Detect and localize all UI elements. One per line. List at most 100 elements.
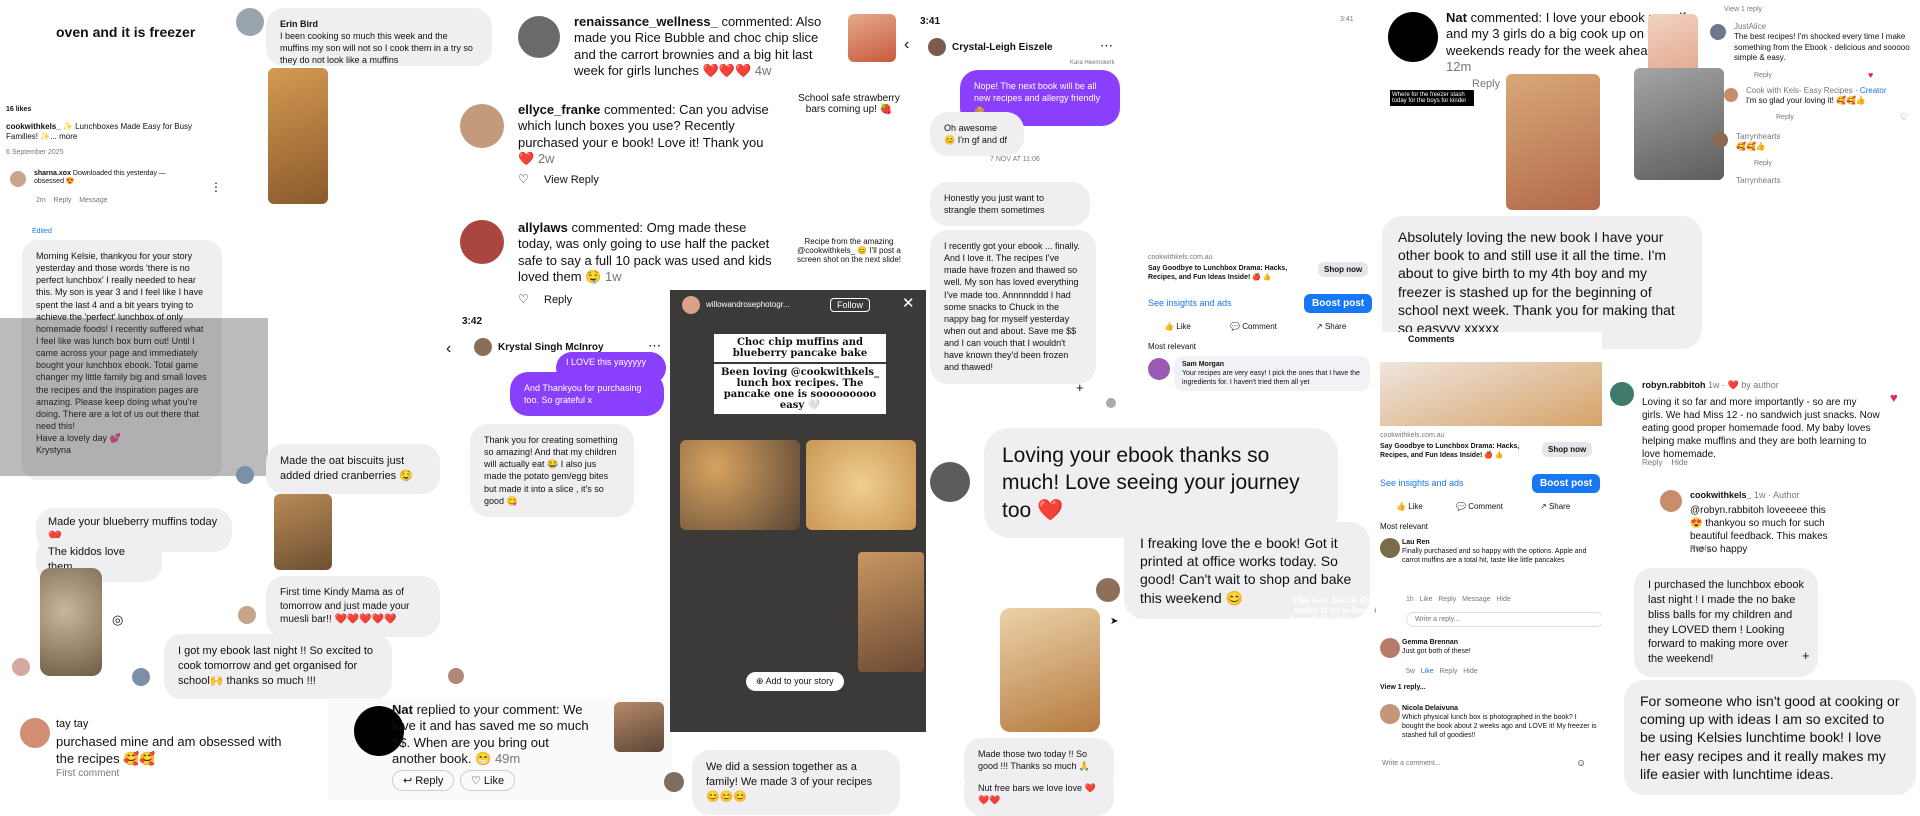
justalice-reply[interactable]: Reply xyxy=(1754,72,1772,79)
col4-avatar[interactable] xyxy=(664,772,684,792)
krystal-avatar[interactable] xyxy=(474,338,492,356)
plus-icon[interactable]: + xyxy=(1076,380,1084,395)
c3-reply[interactable]: Reply xyxy=(544,294,572,306)
add-story-button[interactable]: ⊕ Add to your story xyxy=(746,672,844,691)
send-icon[interactable]: ➤ xyxy=(1110,616,1118,627)
c1-avatar[interactable] xyxy=(518,16,560,58)
crystal-avatar[interactable] xyxy=(928,38,946,56)
c2-view-reply[interactable]: View Reply xyxy=(544,174,599,186)
sharna-avatar[interactable] xyxy=(10,171,26,187)
nat-like-button[interactable]: ♡ Like xyxy=(460,770,516,791)
story-follow[interactable]: Follow xyxy=(830,298,871,312)
heart-filled-icon[interactable]: ♥ xyxy=(1890,390,1898,405)
camera-icon[interactable]: ◎ xyxy=(112,612,123,628)
story-user[interactable]: willowandrosephotogr... xyxy=(706,300,790,309)
share-label: Share xyxy=(1324,322,1347,331)
sharna-message[interactable]: Message xyxy=(79,197,107,204)
emoji-icon[interactable]: ☺ xyxy=(1576,758,1586,769)
back-icon[interactable]: ‹ xyxy=(446,340,451,358)
gemma-like[interactable]: Like xyxy=(1421,668,1434,675)
shop-now-button[interactable]: Shop now xyxy=(1318,262,1369,277)
cwk-avatar[interactable] xyxy=(1724,88,1738,102)
add-story-label: Add to your story xyxy=(765,676,834,686)
view-reply-top[interactable]: View 1 reply xyxy=(1724,6,1762,13)
share-button-2[interactable]: ↗ Share xyxy=(1540,502,1570,511)
gemma-hide[interactable]: Hide xyxy=(1463,668,1477,675)
heart-icon[interactable]: ♥ xyxy=(1868,70,1873,80)
boost-post-button[interactable]: Boost post xyxy=(1304,294,1373,313)
sam-avatar[interactable] xyxy=(1148,358,1170,380)
lau-avatar[interactable] xyxy=(1380,538,1400,558)
heart-outline-icon[interactable]: ♡ xyxy=(518,172,529,186)
lau-hide[interactable]: Hide xyxy=(1496,596,1510,603)
robyn-avatar[interactable] xyxy=(1610,382,1634,406)
c1-user[interactable]: renaissance_wellness_ xyxy=(574,14,718,29)
most-relevant-2[interactable]: Most relevant xyxy=(1380,522,1428,531)
boost-post-button-2[interactable]: Boost post xyxy=(1532,474,1601,493)
share-button[interactable]: ↗ Share xyxy=(1316,322,1346,331)
nat-user[interactable]: Nat xyxy=(392,702,413,717)
nat-reply-button[interactable]: ↩ Reply xyxy=(392,770,455,791)
nat-reply-2[interactable]: Reply xyxy=(1472,78,1500,90)
more-dots-icon-3[interactable]: ⋯ xyxy=(1100,38,1113,54)
lau-message[interactable]: Message xyxy=(1462,596,1490,603)
write-comment-input[interactable]: Write a comment... xyxy=(1382,760,1552,767)
cwk-reply[interactable]: Reply xyxy=(1776,114,1794,121)
robyn-hide[interactable]: Hide xyxy=(1671,458,1687,467)
like-button[interactable]: 👍 Like xyxy=(1164,322,1191,331)
gemma-comment: Gemma Brennan Just got both of these! xyxy=(1402,638,1592,656)
lau-like[interactable]: Like xyxy=(1420,596,1433,603)
heart-outline-icon-3[interactable]: ♡ xyxy=(1900,112,1908,123)
shop-now-button-2[interactable]: Shop now xyxy=(1542,442,1593,457)
cwk2-reply[interactable]: Reply xyxy=(1690,544,1710,553)
gemma-reply[interactable]: Reply xyxy=(1439,668,1457,675)
col5-avatar[interactable] xyxy=(1106,398,1116,408)
col2-avatar-3[interactable] xyxy=(132,668,150,686)
sharna-user[interactable]: sharna.xox xyxy=(34,170,71,177)
close-icon[interactable]: ✕ xyxy=(902,294,915,312)
c2-user[interactable]: ellyce_franke xyxy=(518,102,600,117)
robyn-reply[interactable]: Reply xyxy=(1642,458,1662,467)
cwk2-name[interactable]: cookwithkels_ xyxy=(1690,490,1752,500)
c3-avatar[interactable] xyxy=(460,220,504,264)
like-button-2[interactable]: 👍 Like xyxy=(1396,502,1423,511)
freaking-avatar[interactable] xyxy=(1096,578,1120,602)
sharna-reply[interactable]: Reply xyxy=(54,197,72,204)
col1-avatar[interactable] xyxy=(12,658,30,676)
gemma-view-reply[interactable]: View 1 reply... xyxy=(1380,684,1426,691)
col2-avatar-2[interactable] xyxy=(238,606,256,624)
gemma-avatar[interactable] xyxy=(1380,638,1400,658)
loving-avatar[interactable] xyxy=(930,462,970,502)
col2-avatar[interactable] xyxy=(236,466,254,484)
c2-avatar[interactable] xyxy=(460,104,504,148)
cwk2-avatar[interactable] xyxy=(1660,490,1682,512)
heart-outline-icon-2[interactable]: ♡ xyxy=(518,292,529,306)
tarryn-avatar[interactable] xyxy=(1712,132,1728,148)
comment-button[interactable]: 💬 Comment xyxy=(1230,322,1277,331)
plus-icon-2[interactable]: + xyxy=(1802,648,1810,663)
nat-avatar-2[interactable] xyxy=(1388,12,1438,62)
caption-user[interactable]: cookwithkels_ xyxy=(6,122,61,131)
insights-link-2[interactable]: See insights and ads xyxy=(1380,478,1464,488)
erin-avatar[interactable] xyxy=(236,8,264,36)
freezer-stash-photo: Where for the freezer stash today for th… xyxy=(1388,86,1474,230)
story-avatar[interactable] xyxy=(682,296,700,314)
tarryn-reply[interactable]: Reply xyxy=(1754,160,1772,167)
lau-reply[interactable]: Reply xyxy=(1438,596,1456,603)
justalice-avatar[interactable] xyxy=(1710,24,1726,40)
robyn-name[interactable]: robyn.rabbitoh xyxy=(1642,380,1706,390)
taytay-name: tay tay xyxy=(56,718,89,730)
freezer-photo: oven and it is freezer xyxy=(0,0,236,90)
c1-time: 4w xyxy=(754,62,772,78)
col3-avatar[interactable] xyxy=(448,668,464,684)
taytay-avatar[interactable] xyxy=(20,718,50,748)
insights-link[interactable]: See insights and ads xyxy=(1148,298,1232,308)
more-dots-icon[interactable]: ⋮ xyxy=(210,180,222,194)
c3-user[interactable]: allylaws xyxy=(518,220,568,235)
nicola-avatar[interactable] xyxy=(1380,704,1400,724)
nat-user-2[interactable]: Nat xyxy=(1446,10,1467,25)
back-icon-2[interactable]: ‹ xyxy=(904,36,909,54)
most-relevant[interactable]: Most relevant xyxy=(1148,342,1196,351)
comment-button-2[interactable]: 💬 Comment xyxy=(1456,502,1503,511)
write-reply-input[interactable]: Write a reply... xyxy=(1406,612,1602,627)
